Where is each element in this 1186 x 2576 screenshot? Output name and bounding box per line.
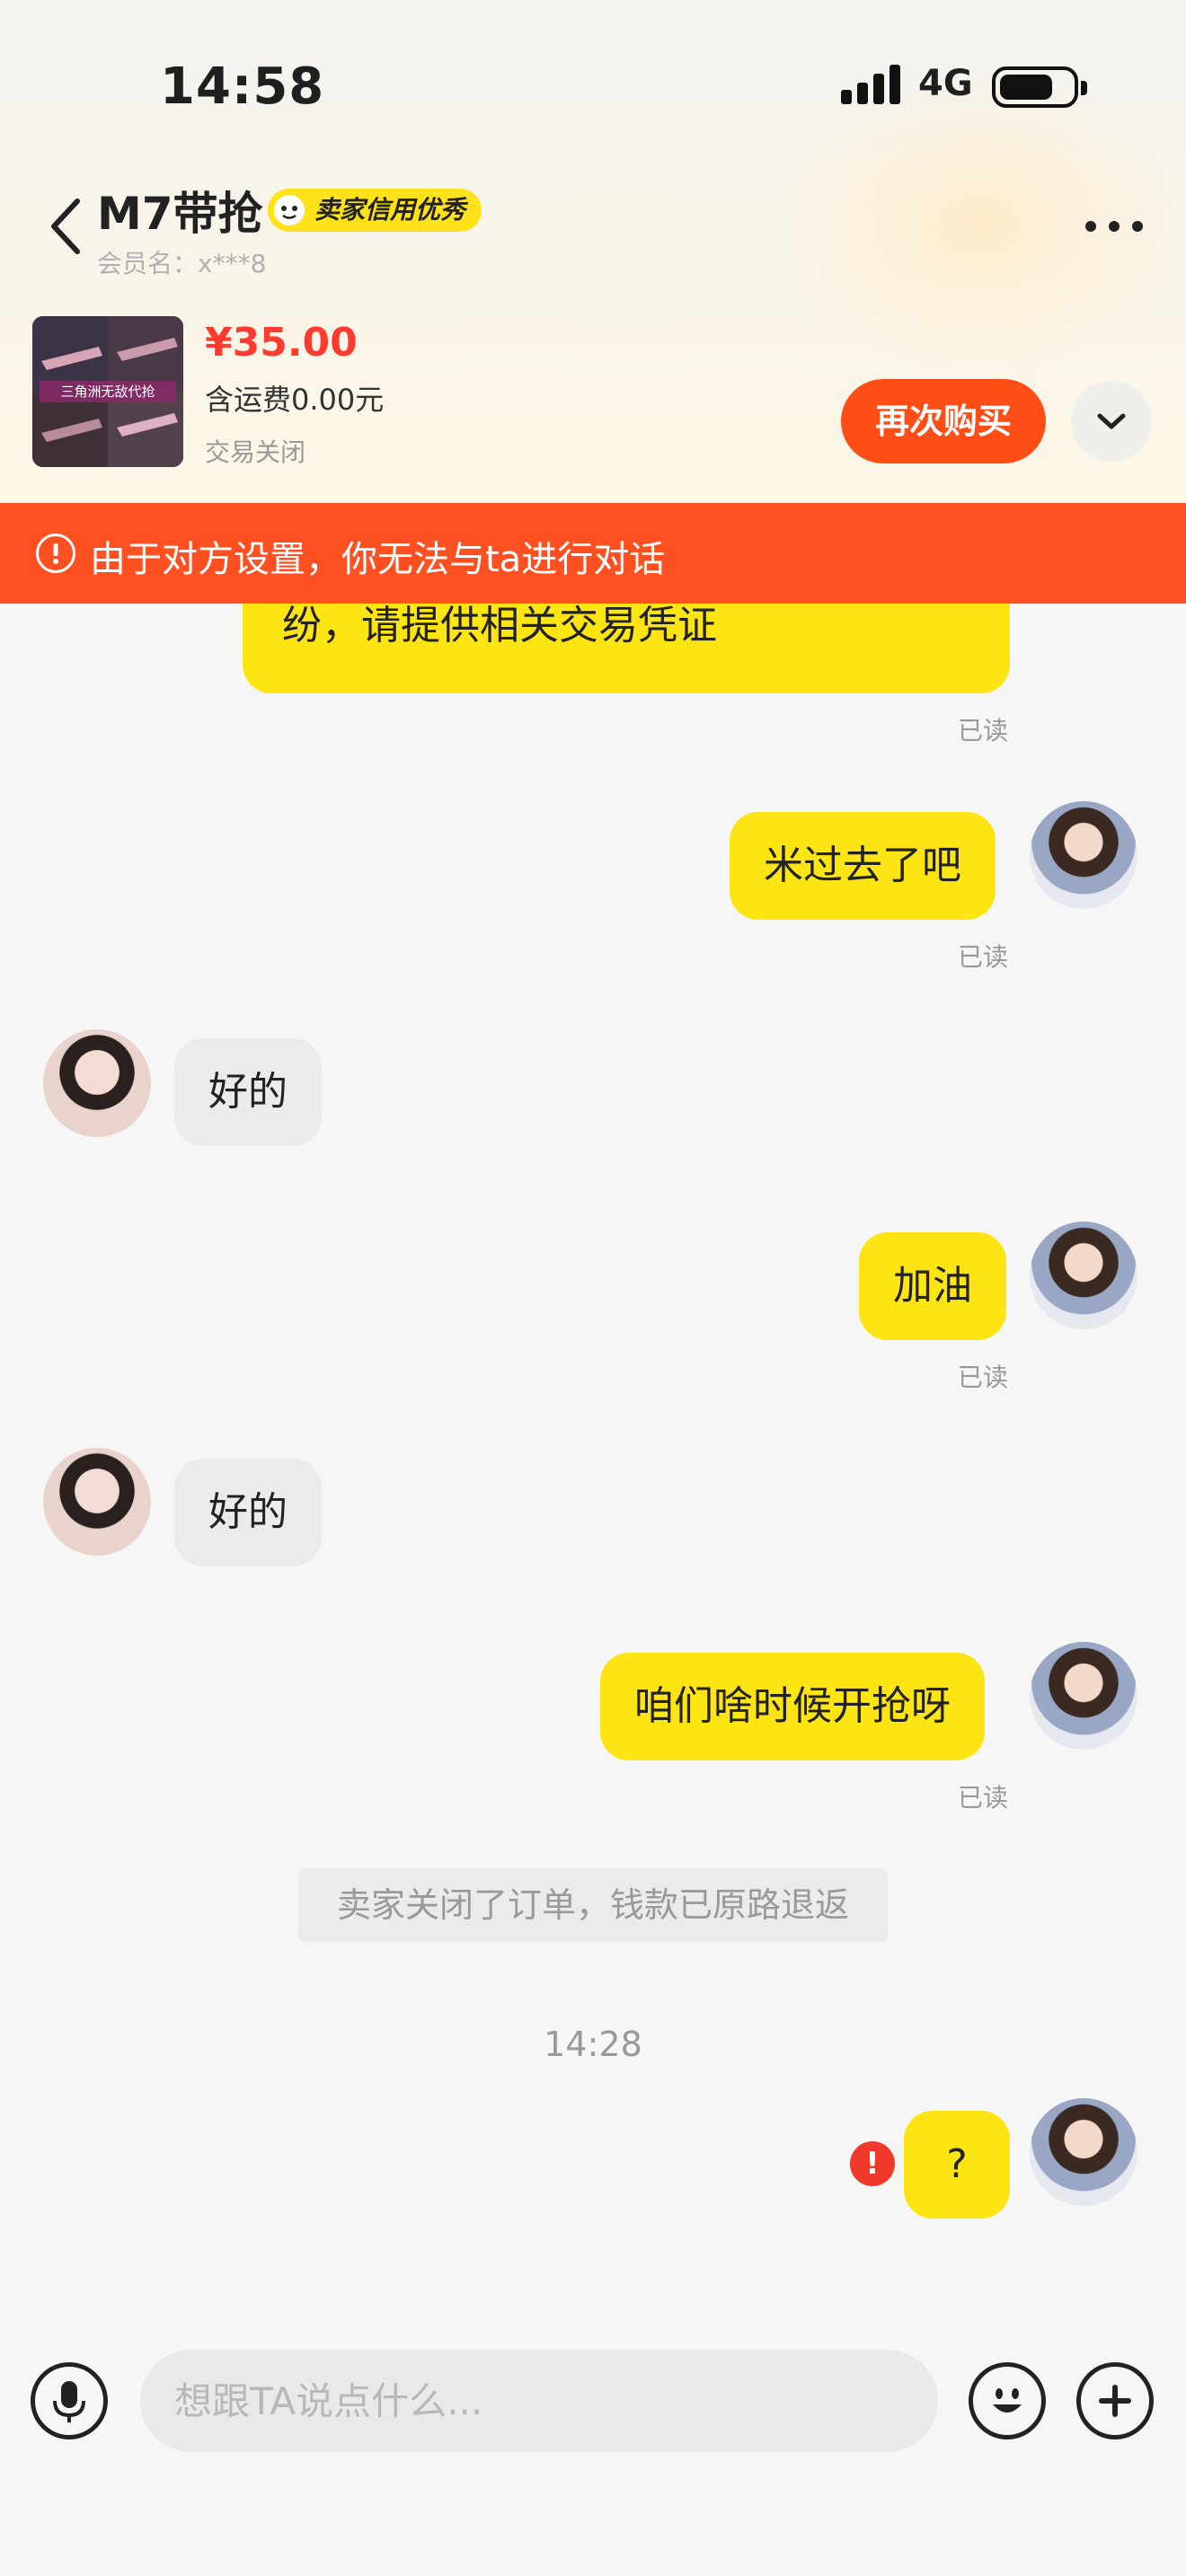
message-bubble-seller[interactable]: 好的 <box>174 1459 322 1566</box>
my-avatar[interactable] <box>1030 1642 1137 1750</box>
message-text: 加油 <box>893 1263 972 1309</box>
message-timestamp: 14:28 <box>544 2025 642 2064</box>
message-input[interactable] <box>140 2350 938 2452</box>
message-bubble-me[interactable]: 米过去了吧 <box>730 812 996 920</box>
emoji-button[interactable] <box>969 2362 1046 2439</box>
send-failed-icon[interactable]: ! <box>850 2141 895 2186</box>
badge-label: 卖家信用优秀 <box>314 195 466 225</box>
add-button[interactable] <box>1076 2362 1154 2439</box>
chevron-left-icon <box>51 198 80 254</box>
message-text: 好的 <box>208 1489 288 1535</box>
message-bubble-me[interactable]: ? <box>904 2111 1010 2219</box>
product-image-caption: 三角洲无敌代抢 <box>60 384 155 400</box>
banner-text: 由于对方设置，你无法与ta进行对话 <box>90 539 666 580</box>
message-text: ? <box>946 2141 968 2187</box>
more-options-button[interactable] <box>1082 207 1146 243</box>
shipping-fee: 含运费0.00元 <box>205 383 385 417</box>
battery-icon <box>992 66 1087 108</box>
smiley-icon <box>993 2388 1022 2413</box>
seller-credit-badge: 卖家信用优秀 <box>268 189 482 232</box>
product-price: ¥35.00 <box>205 320 358 366</box>
my-avatar[interactable] <box>1030 1222 1137 1329</box>
read-receipt: 已读 <box>958 716 1009 745</box>
chevron-down-icon <box>1097 413 1126 429</box>
warning-icon <box>36 534 75 573</box>
my-avatar[interactable] <box>1030 801 1137 909</box>
read-receipt: 已读 <box>958 942 1009 972</box>
rebuy-button[interactable]: 再次购买 <box>841 379 1046 463</box>
message-bubble-me[interactable]: 咱们啥时候开抢呀 <box>600 1653 985 1760</box>
message-text: 纷，请提供相关交易凭证 <box>282 603 717 648</box>
plus-icon <box>1099 2385 1131 2417</box>
message-text: 咱们啥时候开抢呀 <box>634 1683 951 1729</box>
back-button[interactable] <box>41 192 95 260</box>
trade-status: 交易关闭 <box>205 437 306 467</box>
chat-title: M7带抢 <box>97 188 263 240</box>
message-bubble-seller[interactable]: 好的 <box>174 1038 322 1146</box>
member-name: 会员名：x***8 <box>97 249 267 278</box>
product-thumbnail[interactable]: 三角洲无敌代抢 <box>32 316 183 467</box>
message-text: 好的 <box>208 1069 288 1115</box>
voice-button[interactable] <box>31 2362 108 2439</box>
read-receipt: 已读 <box>958 1363 1009 1392</box>
seller-avatar[interactable] <box>43 1448 151 1556</box>
signal-icon <box>841 65 902 104</box>
status-time: 14:58 <box>160 57 325 116</box>
microphone-icon <box>53 2381 85 2422</box>
network-type: 4G <box>918 63 973 104</box>
chat-disabled-banner: 由于对方设置，你无法与ta进行对话 <box>0 503 1186 604</box>
read-receipt: 已读 <box>958 1783 1009 1813</box>
message-bubble-me[interactable]: 加油 <box>859 1232 1006 1340</box>
mascot-icon <box>271 192 307 228</box>
seller-avatar[interactable] <box>43 1029 151 1137</box>
expand-button[interactable] <box>1071 381 1152 462</box>
system-message: 卖家关闭了订单，钱款已原路退返 <box>298 1868 888 1942</box>
my-avatar[interactable] <box>1030 2098 1137 2206</box>
message-text: 米过去了吧 <box>764 842 961 888</box>
